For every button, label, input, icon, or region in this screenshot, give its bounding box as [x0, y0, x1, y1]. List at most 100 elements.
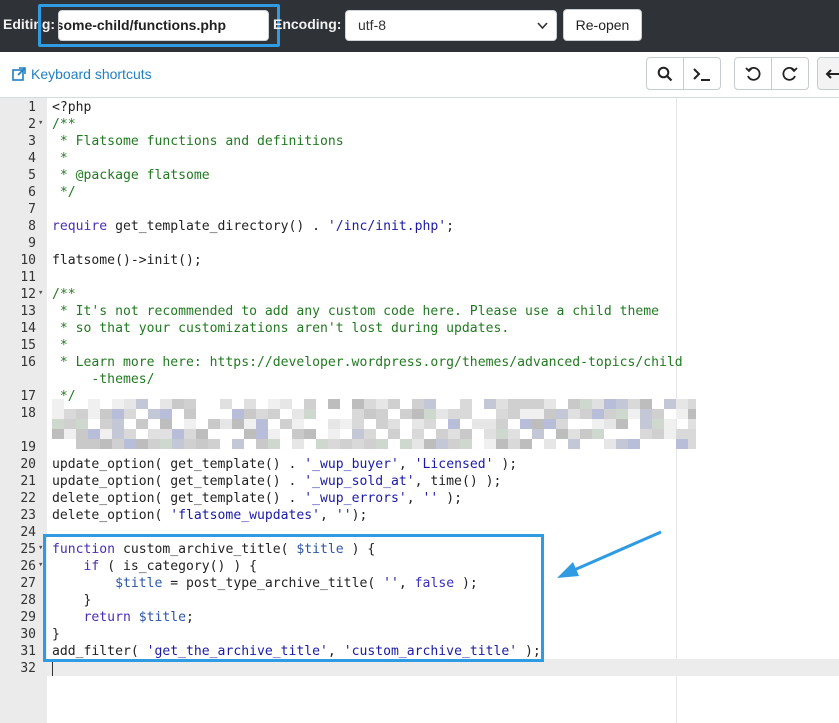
redaction-pixel: [292, 409, 304, 419]
code-token: update_option( get_template() .: [52, 474, 305, 489]
reopen-button[interactable]: Re-open: [563, 9, 642, 41]
code-line[interactable]: 7: [0, 201, 839, 218]
code-line[interactable]: 31 add_filter( 'get_the_archive_title', '…: [0, 643, 839, 660]
undo-button[interactable]: [734, 57, 772, 90]
code-line[interactable]: 10 flatsome()->init();: [0, 252, 839, 269]
code-token: * Learn more here: https://developer.wor…: [52, 355, 683, 370]
redaction-pixel: [352, 399, 364, 409]
code-token: false: [414, 576, 455, 591]
line-number: 25: [20, 542, 36, 557]
redo-button[interactable]: [771, 57, 809, 90]
redaction-pixel: [532, 399, 544, 409]
code-text: update_option( get_template() . '_wup_so…: [52, 473, 501, 490]
code-line[interactable]: -themes/: [0, 371, 839, 388]
editing-label: Editing:: [3, 16, 56, 32]
code-text: delete_option( get_template() . '_wup_er…: [52, 490, 462, 507]
code-token: /**: [52, 287, 76, 302]
code-line[interactable]: 11: [0, 269, 839, 286]
code-line[interactable]: 28 }: [0, 592, 839, 609]
code-line[interactable]: 14 * so that your customizations aren't …: [0, 320, 839, 337]
code-token: '': [422, 491, 439, 506]
redaction-pixel: [160, 419, 172, 429]
code-line[interactable]: 21 update_option( get_template() . '_wup_…: [0, 473, 839, 490]
code-line[interactable]: 25 ▾ function custom_archive_title( $title…: [0, 541, 839, 558]
redaction-pixel: [172, 399, 184, 409]
code-line[interactable]: 9: [0, 235, 839, 252]
search-button[interactable]: [646, 57, 684, 90]
redaction-pixel: [424, 419, 436, 429]
code-line[interactable]: 2 ▾ /**: [0, 116, 839, 133]
code-line[interactable]: 29 return $title;: [0, 609, 839, 626]
redaction-pixel: [484, 399, 496, 409]
redaction-pixel: [220, 399, 232, 409]
fold-toggle-icon[interactable]: ▾: [38, 540, 43, 557]
line-number: 29: [20, 610, 36, 625]
redaction-pixel: [412, 409, 424, 419]
redaction-pixel: [328, 419, 340, 429]
redaction-pixel: [496, 419, 508, 429]
redaction-pixel: [496, 439, 508, 449]
code-line[interactable]: 24: [0, 524, 839, 541]
code-line[interactable]: 23 delete_option( 'flatsome_wupdates', ''…: [0, 507, 839, 524]
code-token: '/inc/init.php': [327, 219, 447, 234]
redaction-pixel: [52, 409, 64, 419]
redaction-pixel: [592, 409, 604, 419]
redaction-pixel: [496, 399, 508, 409]
code-line[interactable]: 32: [0, 660, 839, 677]
line-number: 13: [20, 304, 36, 319]
code-text: -themes/: [52, 371, 154, 388]
code-line[interactable]: 13 * It's not recommended to add any cus…: [0, 303, 839, 320]
code-text: $title = post_type_archive_title( '', fa…: [52, 575, 478, 592]
code-line[interactable]: 1 <?php: [0, 99, 839, 116]
redaction-pixel: [76, 429, 88, 439]
redaction-pixel: [268, 409, 280, 419]
redaction-pixel: [352, 419, 364, 429]
code-line[interactable]: 16 * Learn more here: https://developer.…: [0, 354, 839, 371]
code-line[interactable]: 12 ▾ /**: [0, 286, 839, 303]
fold-toggle-icon[interactable]: ▾: [38, 115, 43, 132]
code-token: );: [517, 644, 541, 659]
terminal-button[interactable]: [683, 57, 721, 90]
code-token: );: [454, 576, 478, 591]
redaction-pixel: [112, 399, 124, 409]
code-text: flatsome()->init();: [52, 252, 202, 269]
code-text: <?php: [52, 99, 91, 116]
code-line[interactable]: 8 require get_template_directory() . '/in…: [0, 218, 839, 235]
code-token: 'get_the_archive_title': [146, 644, 328, 659]
code-token: update_option( get_template() .: [52, 457, 305, 472]
code-line[interactable]: 26 ▾ if ( is_category() ) {: [0, 558, 839, 575]
redaction-pixel: [304, 399, 316, 409]
redaction-pixel: [196, 439, 208, 449]
code-line[interactable]: 6 */: [0, 184, 839, 201]
fold-toggle-icon[interactable]: ▾: [38, 557, 43, 574]
code-text: }: [52, 592, 92, 609]
code-line[interactable]: 15 *: [0, 337, 839, 354]
encoding-select[interactable]: utf-8: [345, 10, 557, 41]
code-line[interactable]: 20 update_option( get_template() . '_wup_…: [0, 456, 839, 473]
redaction-pixel: [676, 429, 688, 439]
redaction-pixel: [268, 399, 280, 409]
redaction-pixel: [688, 399, 696, 409]
redaction-pixel: [592, 419, 604, 429]
code-line[interactable]: 5 * @package flatsome: [0, 167, 839, 184]
code-line[interactable]: 27 $title = post_type_archive_title( '',…: [0, 575, 839, 592]
code-line[interactable]: 30}: [0, 626, 839, 643]
redaction-pixel: [148, 439, 160, 449]
redaction-pixel: [100, 439, 112, 449]
file-path-field[interactable]: :some-child/functions.php: [58, 10, 269, 41]
line-number: 26: [20, 559, 36, 574]
code-line[interactable]: 22 delete_option( get_template() . '_wup_…: [0, 490, 839, 507]
text-cursor: [52, 660, 53, 676]
code-text: /**: [52, 286, 76, 303]
redaction-pixel: [604, 419, 616, 429]
code-token: custom_archive_title(: [115, 542, 297, 557]
code-token: = post_type_archive_title(: [162, 576, 384, 591]
code-line[interactable]: 3 * Flatsome functions and definitions: [0, 133, 839, 150]
fold-toggle-icon[interactable]: ▾: [38, 285, 43, 302]
code-line[interactable]: 4 *: [0, 150, 839, 167]
back-button[interactable]: [817, 57, 839, 90]
redaction-pixel: [448, 409, 460, 419]
redaction-pixel: [88, 399, 100, 409]
keyboard-shortcuts-link[interactable]: Keyboard shortcuts: [12, 66, 152, 82]
redaction-pixel: [568, 399, 580, 409]
